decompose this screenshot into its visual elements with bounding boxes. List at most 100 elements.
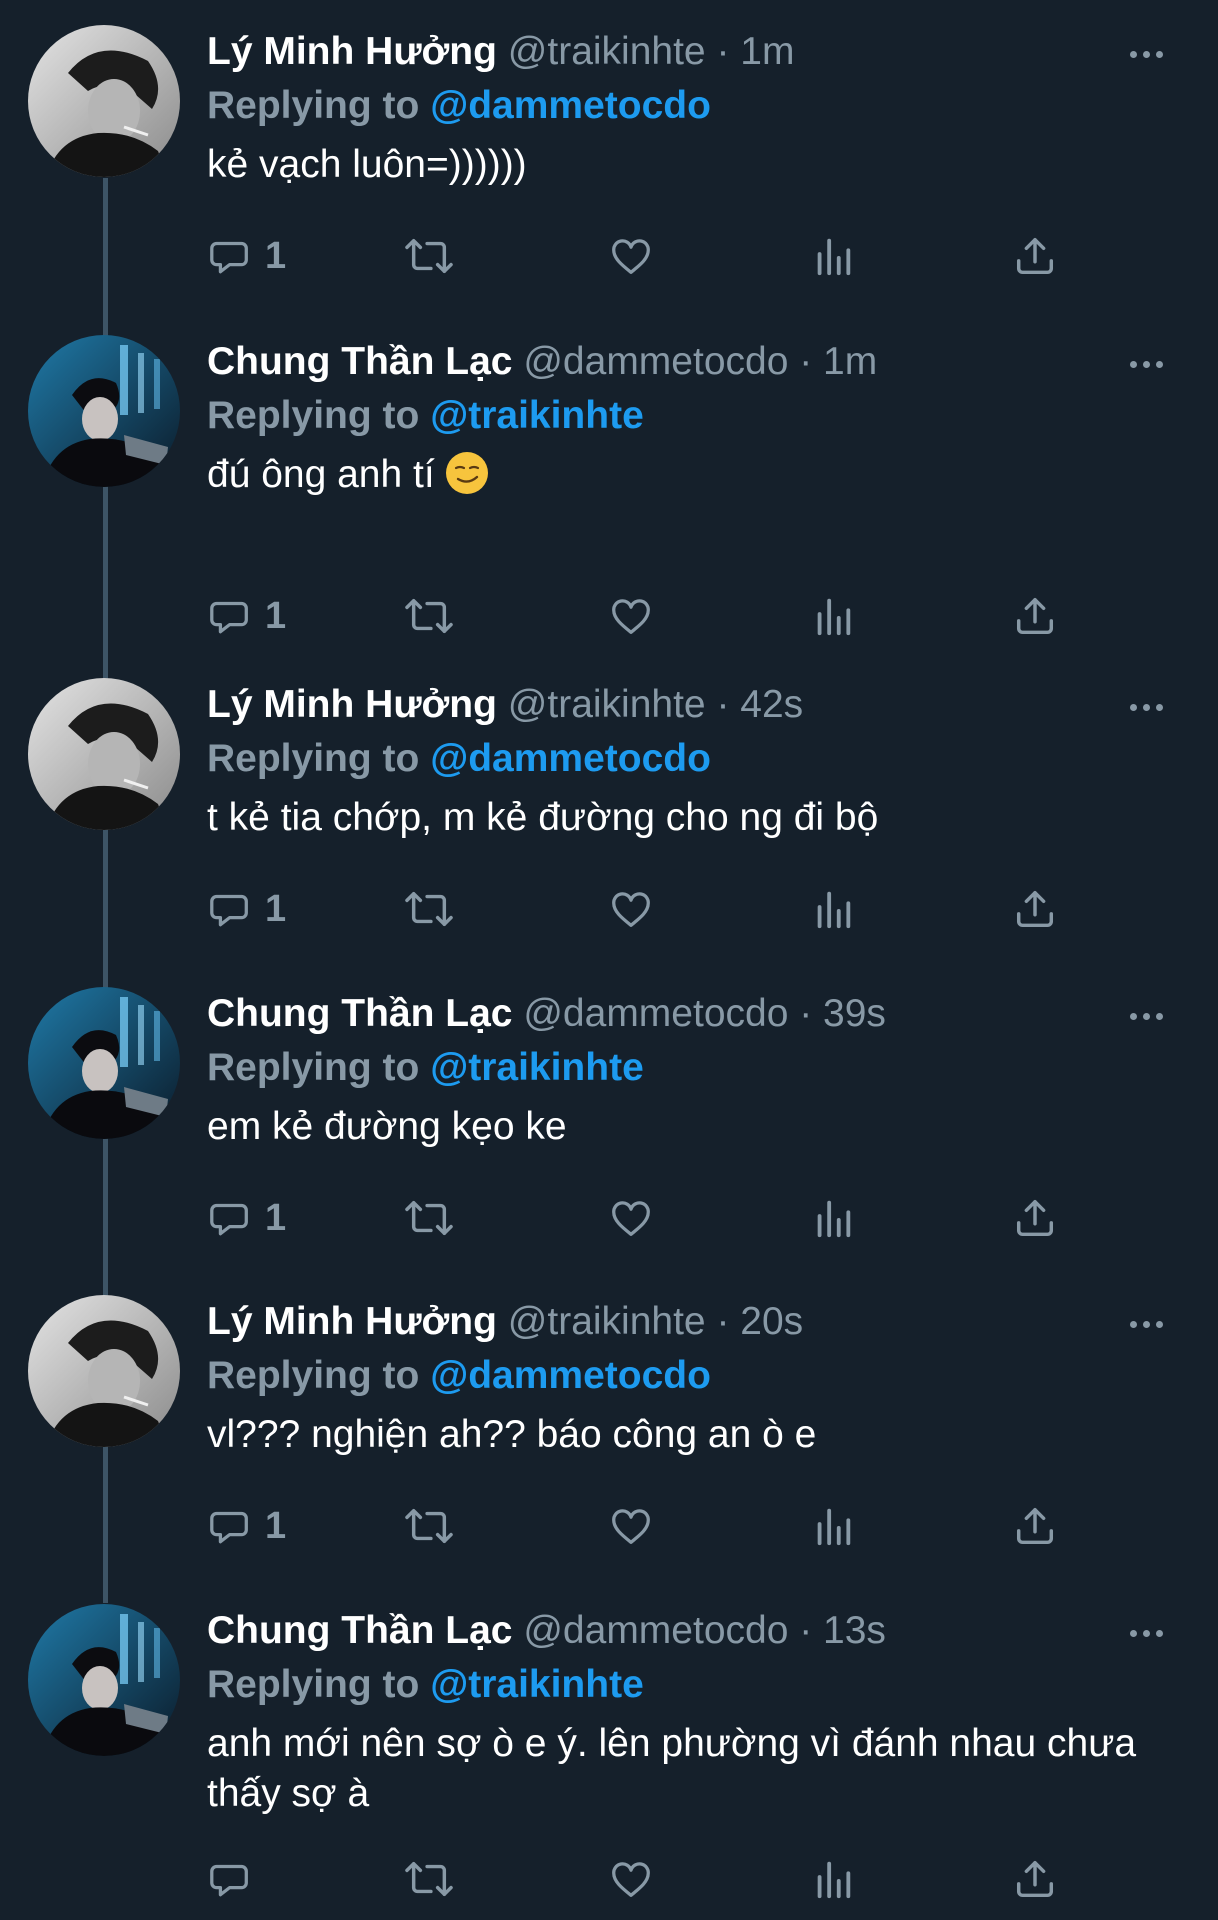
retweet-button[interactable] [402,1496,456,1556]
tweet-text: anh mới nên sợ ò e ý. lên phường vì đánh… [207,1719,1167,1819]
tweet[interactable]: Lý Minh Hưởng @traikinhte · 20s Replying … [0,1270,1218,1579]
more-icon[interactable] [1116,681,1176,733]
reply-button[interactable]: 1 [207,586,286,646]
retweet-button[interactable] [402,1849,456,1909]
replying-to-handle[interactable]: @traikinhte [430,1046,644,1089]
replying-to: Replying to @dammetocdo [207,1350,711,1402]
retweet-icon [402,1856,456,1902]
thread-connector [103,178,108,310]
more-icon[interactable] [1116,990,1176,1042]
handle-and-time[interactable]: @traikinhte · 20s [508,1300,803,1343]
reply-button[interactable]: 1 [207,1496,286,1556]
tweet[interactable]: Chung Thần Lạc @dammetocdo · 13s Replying… [0,1579,1218,1920]
tweet[interactable]: Chung Thần Lạc @dammetocdo · 39s Replying… [0,962,1218,1270]
like-button[interactable] [607,1188,655,1248]
tweet[interactable]: Lý Minh Hưởng @traikinhte · 1m Replying t… [0,0,1218,310]
share-icon [1012,233,1058,279]
display-name[interactable]: Chung Thần Lạc [207,992,513,1035]
analytics-button[interactable] [813,226,853,286]
display-name[interactable]: Lý Minh Hưởng [207,683,497,726]
share-button[interactable] [1012,879,1058,939]
display-name[interactable]: Chung Thần Lạc [207,340,513,383]
tweet-text-content: t kẻ tia chớp, m kẻ đường cho ng đi bộ [207,796,879,839]
share-button[interactable] [1012,1849,1058,1909]
more-icon[interactable] [1116,1607,1176,1659]
avatar[interactable] [28,335,180,487]
analytics-icon [813,1856,853,1902]
handle-and-time[interactable]: @dammetocdo · 1m [523,340,877,383]
share-button[interactable] [1012,1188,1058,1248]
share-icon [1012,1195,1058,1241]
avatar[interactable] [28,1604,180,1756]
handle-and-time[interactable]: @traikinhte · 1m [508,30,795,73]
avatar[interactable] [28,25,180,177]
tweet-actions: 1 [207,1496,1207,1556]
replying-to-label: Replying to [207,1354,420,1397]
share-button[interactable] [1012,1496,1058,1556]
tweet-actions: 1 [207,226,1207,286]
retweet-button[interactable] [402,586,456,646]
reply-button[interactable]: 1 [207,226,286,286]
retweet-button[interactable] [402,1188,456,1248]
avatar[interactable] [28,1295,180,1447]
share-button[interactable] [1012,226,1058,286]
retweet-icon [402,1503,456,1549]
tweet-header: Chung Thần Lạc @dammetocdo · 1m [207,336,877,388]
analytics-icon [813,1503,853,1549]
retweet-icon [402,593,456,639]
analytics-button[interactable] [813,1496,853,1556]
replying-to-handle[interactable]: @dammetocdo [430,1354,711,1397]
analytics-button[interactable] [813,879,853,939]
handle-and-time[interactable]: @traikinhte · 42s [508,683,803,726]
replying-to-handle[interactable]: @traikinhte [430,1663,644,1706]
like-button[interactable] [607,1849,655,1909]
avatar[interactable] [28,987,180,1139]
tweet-header: Chung Thần Lạc @dammetocdo · 13s [207,1605,886,1657]
reply-icon [207,1195,253,1241]
retweet-button[interactable] [402,226,456,286]
handle-and-time[interactable]: @dammetocdo · 13s [523,1609,886,1652]
tweet-text: đú ông anh tí [207,450,1167,500]
like-button[interactable] [607,226,655,286]
tweet-header: Lý Minh Hưởng @traikinhte · 42s [207,679,803,731]
tweet[interactable]: Chung Thần Lạc @dammetocdo · 1m Replying … [0,310,1218,653]
reply-button[interactable]: 1 [207,1188,286,1248]
replying-to: Replying to @traikinhte [207,1042,644,1094]
tweet-actions: 1 [207,1188,1207,1248]
reply-button[interactable]: 1 [207,879,286,939]
tweet[interactable]: Lý Minh Hưởng @traikinhte · 42s Replying … [0,653,1218,962]
retweet-icon [402,886,456,932]
like-button[interactable] [607,879,655,939]
reply-count: 1 [265,234,287,277]
reply-button[interactable] [207,1849,265,1909]
tweet-text: vl??? nghiện ah?? báo công an ò e [207,1410,1167,1460]
like-button[interactable] [607,1496,655,1556]
display-name[interactable]: Chung Thần Lạc [207,1609,513,1652]
tweet-text-content: vl??? nghiện ah?? báo công an ò e [207,1413,817,1456]
more-icon[interactable] [1116,338,1176,390]
tweet-actions [207,1849,1207,1909]
analytics-button[interactable] [813,1188,853,1248]
analytics-icon [813,593,853,639]
tweet-text-content: anh mới nên sợ ò e ý. lên phường vì đánh… [207,1722,1137,1815]
replying-to-handle[interactable]: @dammetocdo [430,84,711,127]
analytics-button[interactable] [813,1849,853,1909]
handle-and-time[interactable]: @dammetocdo · 39s [523,992,886,1035]
replying-to-handle[interactable]: @traikinhte [430,394,644,437]
like-button[interactable] [607,586,655,646]
more-icon[interactable] [1116,1298,1176,1350]
retweet-button[interactable] [402,879,456,939]
more-icon[interactable] [1116,28,1176,80]
like-icon [607,593,655,639]
analytics-button[interactable] [813,586,853,646]
share-button[interactable] [1012,586,1058,646]
replying-to-handle[interactable]: @dammetocdo [430,737,711,780]
smirking-face-emoji [445,452,488,494]
avatar[interactable] [28,678,180,830]
display-name[interactable]: Lý Minh Hưởng [207,30,497,73]
display-name[interactable]: Lý Minh Hưởng [207,1300,497,1343]
tweet-text-content: kẻ vạch luôn=)))))) [207,143,527,186]
tweet-header: Chung Thần Lạc @dammetocdo · 39s [207,988,886,1040]
replying-to-label: Replying to [207,1663,420,1706]
analytics-icon [813,1195,853,1241]
